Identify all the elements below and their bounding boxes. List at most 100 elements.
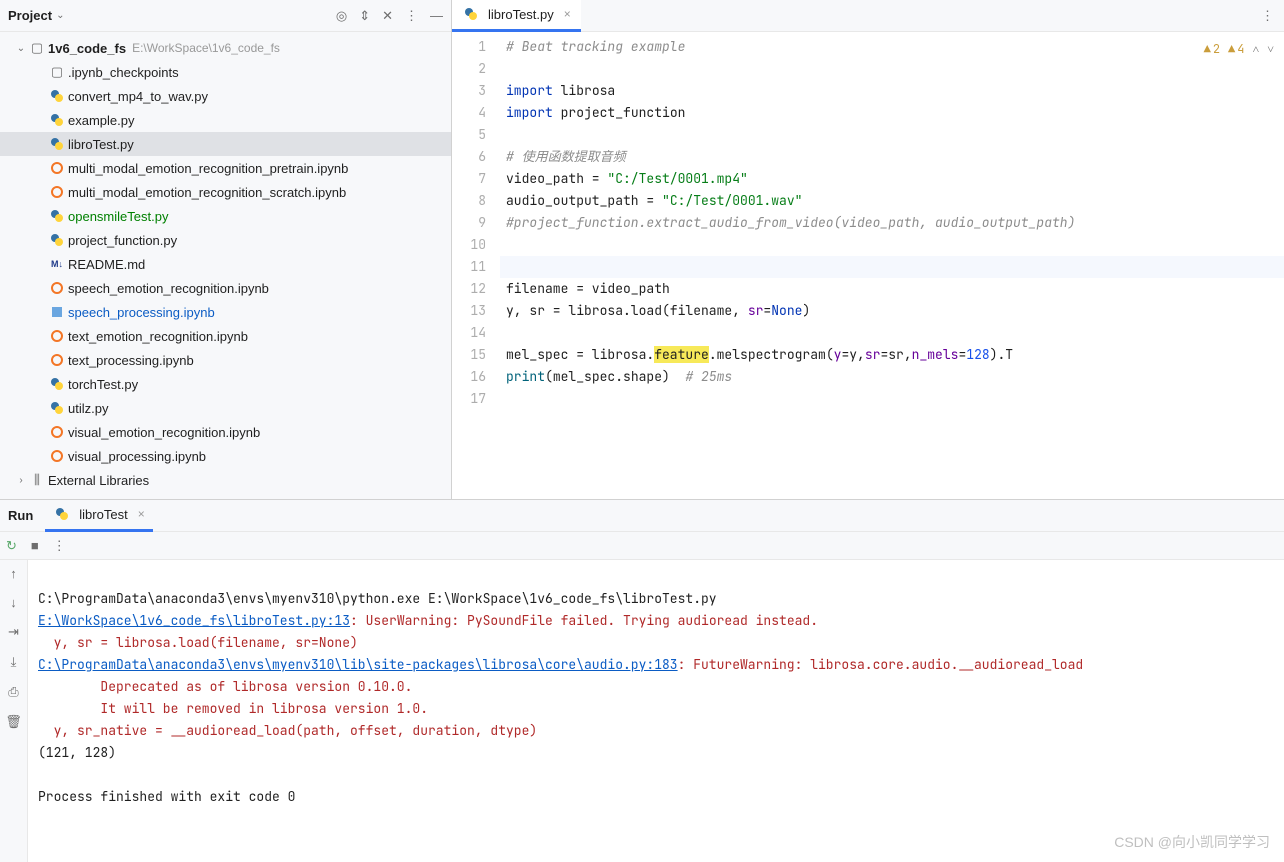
warning-badge-b[interactable]: ▲4 [1228,38,1244,60]
markdown-icon: M↓ [48,259,66,269]
tree-file[interactable]: utilz.py [0,396,451,420]
file-label: text_processing.ipynb [68,353,194,368]
tree-file[interactable]: example.py [0,108,451,132]
chevron-down-icon[interactable]: ⌄ [56,10,64,21]
down-icon[interactable]: ↓ [10,595,17,610]
file-label: opensmileTest.py [68,209,168,224]
chevron-down-icon[interactable]: ⌄ [14,43,28,54]
python-icon [48,137,66,151]
rerun-icon[interactable]: ↻ [6,538,17,554]
warning-badge-a[interactable]: ▲2 [1204,38,1220,60]
file-label: visual_processing.ipynb [68,449,206,464]
file-label: README.md [68,257,145,272]
file-label: text_emotion_recognition.ipynb [68,329,248,344]
close-panel-icon[interactable]: ✕ [382,8,393,24]
print-icon[interactable]: ⎙ [8,684,18,700]
tree-file[interactable]: ▢.ipynb_checkpoints [0,60,451,84]
file-label: speech_emotion_recognition.ipynb [68,281,269,296]
jupyter-icon [48,353,66,367]
wrap-icon[interactable]: ⇥ [8,624,19,640]
python-icon [53,507,71,521]
locate-icon[interactable]: ◎ [336,8,347,24]
tab-label: libroTest.py [488,7,554,22]
jupyter-icon [48,161,66,175]
tree-file[interactable]: text_emotion_recognition.ipynb [0,324,451,348]
tree-file[interactable]: project_function.py [0,228,451,252]
external-libraries[interactable]: › ⫼ External Libraries [0,468,451,492]
project-panel: Project ⌄ ◎ ⇕ ✕ ⋮ — ⌄ ▢ 1v6_code_fs E:\W… [0,0,452,499]
tree-file[interactable]: libroTest.py [0,132,451,156]
tree-file[interactable]: M↓README.md [0,252,451,276]
file-label: visual_emotion_recognition.ipynb [68,425,260,440]
editor-more-icon[interactable]: ⋮ [1251,8,1284,24]
editor-panel: libroTest.py × ⋮ 12345678910111213141516… [452,0,1284,499]
gutter: 1234567891011121314151617 [452,32,500,499]
console-link[interactable]: E:\WorkSpace\1v6_code_fs\libroTest.py:13 [38,612,350,629]
tree-file[interactable]: speech_emotion_recognition.ipynb [0,276,451,300]
chevron-up-icon[interactable]: ˄ [1252,38,1259,60]
file-label: project_function.py [68,233,177,248]
python-icon [48,89,66,103]
root-name: 1v6_code_fs [48,41,126,56]
chevron-down-icon[interactable]: ˅ [1267,38,1274,60]
tree-file[interactable]: convert_mp4_to_wav.py [0,84,451,108]
folder-icon: ▢ [48,64,66,80]
expand-icon[interactable]: ⇕ [359,8,370,24]
python-icon [48,377,66,391]
jupyter-icon [48,425,66,439]
python-icon [48,401,66,415]
run-tab[interactable]: libroTest × [45,500,152,532]
close-tab-icon[interactable]: × [138,507,145,521]
python-icon [462,7,480,21]
chevron-right-icon[interactable]: › [14,475,28,486]
folder-icon: ▢ [28,40,46,56]
file-label: speech_processing.ipynb [68,305,215,320]
file-label: libroTest.py [68,137,134,152]
file-label: torchTest.py [68,377,138,392]
tree-file[interactable]: visual_processing.ipynb [0,444,451,468]
python-icon [48,113,66,127]
console-link[interactable]: C:\ProgramData\anaconda3\envs\myenv310\l… [38,656,678,673]
project-tree: ⌄ ▢ 1v6_code_fs E:\WorkSpace\1v6_code_fs… [0,32,451,499]
jupyter-icon [48,329,66,343]
tree-file[interactable]: opensmileTest.py [0,204,451,228]
tree-root[interactable]: ⌄ ▢ 1v6_code_fs E:\WorkSpace\1v6_code_fs [0,36,451,60]
library-icon: ⫼ [28,472,46,488]
editor-tab[interactable]: libroTest.py × [452,0,581,32]
project-header: Project ⌄ ◎ ⇕ ✕ ⋮ — [0,0,451,32]
editor-body[interactable]: 1234567891011121314151617 ▲2 ▲4 ˄ ˅ # Be… [452,32,1284,499]
python-icon [48,209,66,223]
up-icon[interactable]: ↑ [10,566,17,581]
run-panel: Run libroTest × ↻ ■ ⋮ ↑ ↓ ⇥ ⤓ ⎙ 🗑 C:\Pro… [0,500,1284,862]
console-output[interactable]: C:\ProgramData\anaconda3\envs\myenv310\p… [28,560,1284,862]
file-label: convert_mp4_to_wav.py [68,89,208,104]
file-label: example.py [68,113,134,128]
run-gutter: ↑ ↓ ⇥ ⤓ ⎙ 🗑 [0,560,28,862]
run-panel-title[interactable]: Run [8,508,33,523]
tree-file[interactable]: speech_processing.ipynb [0,300,451,324]
tree-file[interactable]: multi_modal_emotion_recognition_scratch.… [0,180,451,204]
tree-file[interactable]: multi_modal_emotion_recognition_pretrain… [0,156,451,180]
jupyter-icon [48,281,66,295]
file-label: utilz.py [68,401,108,416]
project-panel-title[interactable]: Project [8,8,52,23]
file-label: multi_modal_emotion_recognition_scratch.… [68,185,346,200]
trash-icon[interactable]: 🗑 [5,714,22,730]
tree-file[interactable]: torchTest.py [0,372,451,396]
run-panel-header: Run libroTest × [0,500,1284,532]
scroll-icon[interactable]: ⤓ [11,654,17,670]
code-comment: # Beat tracking example [506,38,685,55]
tree-file[interactable]: visual_emotion_recognition.ipynb [0,420,451,444]
external-libs-label: External Libraries [48,473,149,488]
run-toolbar: ↻ ■ ⋮ [0,532,1284,560]
minimize-icon[interactable]: — [430,8,443,24]
more-icon[interactable]: ⋮ [405,8,418,24]
more-icon[interactable]: ⋮ [53,538,66,554]
code-area[interactable]: ▲2 ▲4 ˄ ˅ # Beat tracking example import… [500,32,1284,499]
jupyter-icon [48,185,66,199]
file-label: multi_modal_emotion_recognition_pretrain… [68,161,348,176]
stop-icon[interactable]: ■ [31,538,39,553]
tree-file[interactable]: text_processing.ipynb [0,348,451,372]
close-tab-icon[interactable]: × [564,7,571,21]
python-icon [48,233,66,247]
